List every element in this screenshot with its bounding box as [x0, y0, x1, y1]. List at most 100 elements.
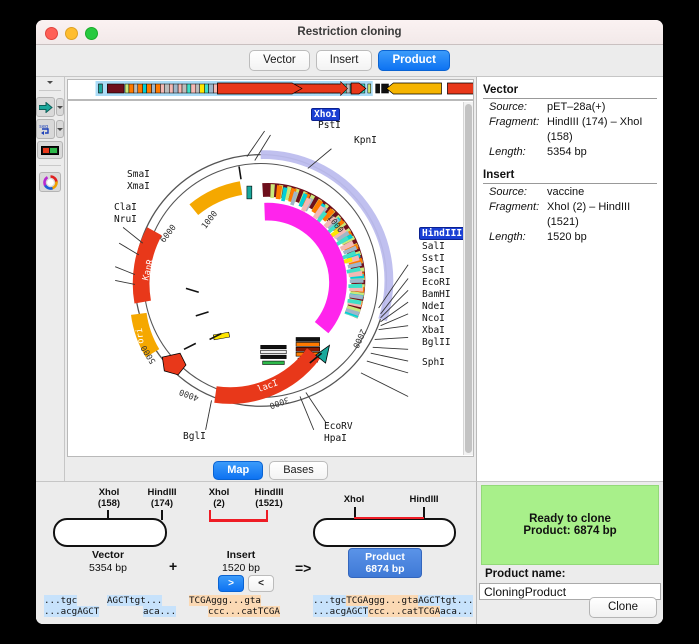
vector-seq-bot-right: aca...	[143, 606, 176, 617]
color-wheel-button[interactable]	[39, 172, 61, 192]
site-label-sphi[interactable]: SphI	[422, 357, 445, 368]
view-toggle-map[interactable]: Map	[213, 461, 263, 480]
site-label-smai[interactable]: SmaI	[127, 169, 150, 180]
insert-source-key: Source:	[489, 185, 547, 200]
site-label-xmai[interactable]: XmaI	[127, 181, 150, 192]
vector-seq-top-left: ...tgc	[44, 595, 77, 606]
vector-seq-bot-left-text: ...acgAGCT	[44, 606, 99, 617]
insert-source-value: vaccine	[547, 185, 584, 200]
product-seq-top-b: TCGAggg...gta	[346, 595, 418, 606]
plasmid-map: KanR ori	[68, 101, 473, 456]
site-label-sali[interactable]: SalI	[422, 241, 445, 252]
insert-left-site-pos: (2)	[213, 498, 225, 509]
close-button[interactable]	[45, 27, 58, 40]
product-plasmid-shape[interactable]	[313, 518, 456, 547]
color-wheel-tool-row[interactable]	[36, 172, 64, 192]
minimize-button[interactable]	[65, 27, 78, 40]
product-badge-caption: Product	[349, 551, 421, 563]
product-seq-bot-c: aca...	[440, 606, 473, 617]
insert-source-row: Source: vaccine	[483, 185, 657, 200]
insert-right-site-pos: (1521)	[255, 498, 282, 509]
sequence-tool-row[interactable]: seq	[36, 119, 64, 139]
insert-heading: Insert	[483, 169, 657, 184]
product-seq-top-a: ...tgc	[313, 595, 346, 606]
site-label-bglii[interactable]: BglII	[422, 337, 451, 348]
vector-seq-top-left-text: ...tgc	[44, 595, 77, 606]
vector-plasmid-shape[interactable]	[53, 518, 167, 547]
chevron-down-icon	[57, 106, 63, 109]
tab-insert[interactable]: Insert	[316, 50, 373, 71]
site-label-bamhi[interactable]: BamHI	[422, 289, 451, 300]
tab-vector[interactable]: Vector	[249, 50, 310, 71]
site-label-psti[interactable]: PstI	[318, 120, 341, 131]
insert-info-section: Insert Source: vaccine Fragment: XhoI (2…	[477, 169, 663, 245]
product-seq-top: ...tgcTCGAggg...gtaAGCTtgt...	[313, 595, 473, 606]
product-seq-bot: ...acgAGCTccc...catTCGAaca...	[313, 606, 473, 617]
insert-seq-top: TCGAggg...gta	[189, 595, 261, 606]
vector-right-site-pos: (174)	[151, 498, 173, 509]
view-toggle-bases[interactable]: Bases	[269, 461, 328, 480]
insert-seq-bot: ccc...catTCGA	[208, 606, 280, 617]
insert-direction-forward-button[interactable]: >	[218, 575, 244, 592]
site-label-hindiii[interactable]: HindIII	[419, 227, 465, 240]
product-seq-top-c: AGCTtgt...	[418, 595, 473, 606]
insert-right-site-label: HindIII (1521)	[238, 487, 300, 509]
vector-seq-bot-right-text: aca...	[143, 606, 176, 617]
main-area: seq	[36, 77, 663, 483]
insert-right-site-name: HindIII	[254, 487, 283, 498]
arrow-tool-dropdown[interactable]	[56, 98, 64, 116]
site-label-clai[interactable]: ClaI	[114, 202, 137, 213]
map-toolbar: seq	[36, 77, 65, 483]
vector-source-row: Source: pET–28a(+)	[483, 100, 657, 115]
sequence-icon: seq	[38, 122, 53, 136]
ruler-features	[68, 80, 473, 97]
site-label-nrui[interactable]: NruI	[114, 214, 137, 225]
product-name-label: Product name:	[485, 568, 566, 580]
site-label-saci[interactable]: SacI	[422, 265, 445, 276]
assembly-diagram: XhoI (158) HindIII (174) Vector 5354 bp …	[36, 481, 476, 624]
site-label-ssti[interactable]: SstI	[422, 253, 445, 264]
site-label-ncoi[interactable]: NcoI	[422, 313, 445, 324]
vector-left-site-name: XhoI	[99, 487, 120, 498]
scrollbar-thumb[interactable]	[465, 104, 472, 453]
disclosure-caret-row[interactable]	[36, 81, 64, 84]
insert-size: 1520 bp	[196, 562, 286, 574]
site-label-hpai[interactable]: HpaI	[324, 433, 347, 444]
site-label-ecorv[interactable]: EcoRV	[324, 421, 353, 432]
insert-seq-top-text: TCGAggg...gta	[189, 595, 261, 606]
site-label-xbai[interactable]: XbaI	[422, 325, 445, 336]
site-label-ndei[interactable]: NdeI	[422, 301, 445, 312]
clone-button[interactable]: Clone	[589, 597, 657, 618]
site-label-bgli[interactable]: BglI	[183, 431, 206, 442]
chevron-down-icon	[47, 81, 53, 84]
view-toggle-group: Map Bases	[65, 459, 476, 481]
assembly-panel: XhoI (158) HindIII (174) Vector 5354 bp …	[36, 481, 663, 624]
arrow-tool-button[interactable]	[36, 97, 55, 117]
feature-tool-button[interactable]	[37, 141, 63, 159]
sequence-tool-button[interactable]: seq	[36, 119, 55, 139]
insert-fragment-bar[interactable]	[209, 519, 268, 522]
vector-fragment-key: Fragment:	[489, 115, 547, 145]
vector-heading: Vector	[483, 84, 657, 99]
sequence-tool-dropdown[interactable]	[56, 120, 64, 138]
chevron-down-icon	[57, 128, 63, 131]
product-badge[interactable]: Product 6874 bp	[348, 548, 422, 578]
site-label-ecori[interactable]: EcoRI	[422, 277, 451, 288]
insert-length-row: Length: 1520 bp	[483, 230, 657, 245]
tab-product[interactable]: Product	[378, 50, 449, 71]
zoom-button[interactable]	[85, 27, 98, 40]
feature-tool-row[interactable]	[36, 141, 64, 159]
arrow-right-icon	[39, 102, 53, 113]
vector-fragment-value: HindIII (174) – XhoI (158)	[547, 115, 657, 145]
plasmid-map-canvas[interactable]: KanR ori	[67, 100, 474, 457]
map-vertical-scrollbar[interactable]	[463, 102, 473, 455]
vector-length-row: Length: 5354 bp	[483, 145, 657, 160]
status-badge: Ready to clone Product: 6874 bp	[481, 485, 659, 565]
arrow-tool-row[interactable]	[36, 97, 64, 117]
feature-ruler[interactable]	[67, 79, 474, 100]
insert-left-site-label: XhoI (2)	[196, 487, 242, 509]
insert-direction-reverse-button[interactable]: <	[248, 575, 274, 592]
feature-label-ori: ori	[135, 327, 147, 344]
site-label-kpni[interactable]: KpnI	[354, 135, 377, 146]
vector-info-section: Vector Source: pET–28a(+) Fragment: Hind…	[477, 84, 663, 160]
